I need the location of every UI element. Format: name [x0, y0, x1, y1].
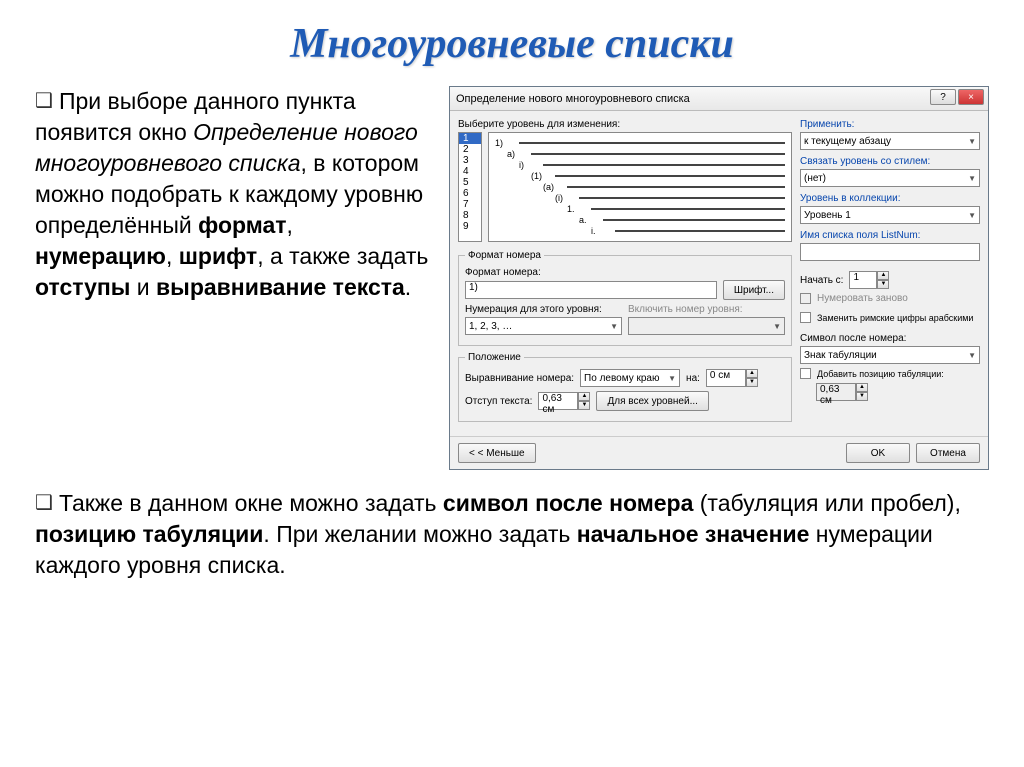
dialog-window: Определение нового многоуровневого списк…: [449, 86, 989, 470]
level-item: 8: [459, 210, 481, 221]
paragraph-2: ❑Также в данном окне можно задать символ…: [35, 488, 989, 581]
include-level-combo: ▼: [628, 317, 785, 335]
format-fieldset: Формат номера Формат номера: 1) Шрифт...…: [458, 250, 792, 346]
level-item: 4: [459, 166, 481, 177]
restart-checkbox: [800, 293, 811, 304]
symbol-after-label: Символ после номера:: [800, 333, 980, 344]
level-item: 2: [459, 144, 481, 155]
tab-spinner[interactable]: 0,63 см▲▼: [816, 383, 868, 401]
position-legend: Положение: [465, 352, 524, 363]
indent-label: Отступ текста:: [465, 396, 532, 407]
paragraph-1: ❑При выборе данного пункта появится окно…: [35, 86, 429, 303]
roman-label: Заменить римские цифры арабскими: [817, 313, 973, 323]
format-label: Формат номера:: [465, 267, 785, 278]
cancel-button[interactable]: Отмена: [916, 443, 980, 463]
select-level-label: Выберите уровень для изменения:: [458, 119, 792, 130]
align-label: Выравнивание номера:: [465, 373, 574, 384]
level-item: 5: [459, 177, 481, 188]
help-button[interactable]: ?: [930, 89, 956, 105]
indent-spinner[interactable]: 0,63 см▲▼: [538, 392, 590, 410]
tab-checkbox[interactable]: [800, 368, 811, 379]
include-level-label: Включить номер уровня:: [628, 304, 785, 315]
slide-title: Многоуровневые списки: [35, 20, 989, 68]
all-levels-button[interactable]: Для всех уровней...: [596, 391, 708, 411]
level-item: 6: [459, 188, 481, 199]
level-item: 9: [459, 221, 481, 232]
level-item: 7: [459, 199, 481, 210]
ok-button[interactable]: OK: [846, 443, 910, 463]
bullet-icon: ❑: [35, 90, 53, 112]
start-spinner[interactable]: 1▲▼: [849, 271, 889, 289]
format-input[interactable]: 1): [465, 281, 717, 299]
link-style-combo[interactable]: (нет)▼: [800, 169, 980, 187]
apply-label: Применить:: [800, 119, 980, 130]
listnum-input[interactable]: [800, 243, 980, 261]
align-combo[interactable]: По левому краю▼: [580, 369, 680, 387]
num-style-combo[interactable]: 1, 2, 3, …▼: [465, 317, 622, 335]
font-button[interactable]: Шрифт...: [723, 280, 785, 300]
roman-checkbox[interactable]: [800, 312, 811, 323]
level-preview: 1) a) i) (1) (a) (i) 1. a. i.: [488, 132, 792, 242]
position-fieldset: Положение Выравнивание номера: По левому…: [458, 352, 792, 422]
link-style-label: Связать уровень со стилем:: [800, 156, 980, 167]
description-column: ❑При выборе данного пункта появится окно…: [35, 86, 429, 470]
start-label: Начать с:: [800, 275, 843, 286]
level-collection-label: Уровень в коллекции:: [800, 193, 980, 204]
level-item: 1: [459, 133, 481, 144]
symbol-combo[interactable]: Знак табуляции▼: [800, 346, 980, 364]
bullet-icon: ❑: [35, 492, 53, 514]
at-label: на:: [686, 373, 700, 384]
close-button[interactable]: ×: [958, 89, 984, 105]
listnum-label: Имя списка поля ListNum:: [800, 230, 980, 241]
restart-label: Нумеровать заново: [817, 293, 908, 304]
apply-combo[interactable]: к текущему абзацу▼: [800, 132, 980, 150]
num-style-label: Нумерация для этого уровня:: [465, 304, 622, 315]
level-listbox[interactable]: 1 2 3 4 5 6 7 8 9: [458, 132, 482, 242]
less-button[interactable]: < < Меньше: [458, 443, 536, 463]
level-item: 3: [459, 155, 481, 166]
tab-label: Добавить позицию табуляции:: [817, 369, 944, 379]
dialog-title-text: Определение нового многоуровневого списк…: [456, 93, 690, 105]
dialog-titlebar: Определение нового многоуровневого списк…: [450, 87, 988, 111]
at-spinner[interactable]: 0 см▲▼: [706, 369, 758, 387]
format-legend: Формат номера: [465, 250, 544, 261]
level-collection-combo[interactable]: Уровень 1▼: [800, 206, 980, 224]
